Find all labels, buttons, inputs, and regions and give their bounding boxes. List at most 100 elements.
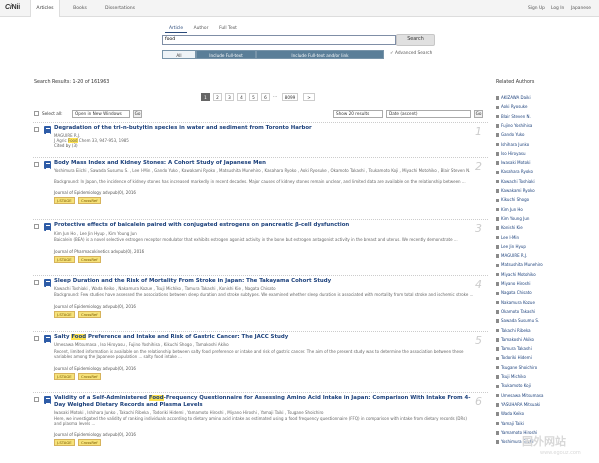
- related-author-item[interactable]: AKIZAWA Daiki: [496, 95, 531, 101]
- open-go-button[interactable]: Go: [133, 110, 142, 118]
- result-journal[interactable]: Journal of Epidemiology advpub(0), 2016: [54, 304, 136, 309]
- jstage-badge[interactable]: J-STAGE: [54, 439, 75, 446]
- result-checkbox[interactable]: [34, 397, 39, 402]
- tab-articles[interactable]: Articles: [30, 0, 60, 17]
- result-title[interactable]: Protective effects of baicalein paired w…: [54, 222, 474, 229]
- sort-select[interactable]: Date (ascent): [386, 110, 471, 118]
- select-all-checkbox[interactable]: [34, 111, 39, 116]
- related-author-name[interactable]: Tsukamoto Koji: [501, 383, 531, 388]
- related-author-item[interactable]: YASUHARA Mitsuaki: [496, 402, 540, 408]
- page-2[interactable]: 2: [213, 93, 222, 101]
- related-author-item[interactable]: Tsugane Shoichiro: [496, 365, 537, 371]
- search-tab-author[interactable]: Author: [190, 25, 212, 33]
- related-author-name[interactable]: Umesawa Mitsumasa: [501, 393, 543, 398]
- result-authors[interactable]: Kawachi Toshiaki , Wada Keiko , Nakamura…: [54, 286, 474, 291]
- related-author-name[interactable]: Takachi Ribeka: [501, 328, 531, 333]
- related-author-item[interactable]: Nagata Chisato: [496, 290, 532, 296]
- result-authors[interactable]: Iwasaki Motoki , Ishihara Junko , Takach…: [54, 410, 474, 415]
- related-author-name[interactable]: Okamoto Takashi: [501, 309, 535, 314]
- related-author-name[interactable]: Kim Jun Ho: [501, 207, 523, 212]
- related-author-item[interactable]: Tamura Takashi: [496, 346, 532, 352]
- result-title[interactable]: Sleep Duration and the Risk of Mortality…: [54, 278, 474, 285]
- login-link[interactable]: Log In: [551, 6, 564, 11]
- related-author-item[interactable]: Lee Jin Hyup: [496, 244, 526, 250]
- related-author-name[interactable]: Konishi Kie: [501, 225, 523, 230]
- related-author-name[interactable]: Kikuchi Shogo: [501, 197, 529, 202]
- filter-include-fulltext-link[interactable]: Include Full-text and/or link: [256, 50, 384, 59]
- result-title[interactable]: Degradation of the tri-n-butyltin specie…: [54, 125, 474, 132]
- related-author-name[interactable]: Tsuji Michiko: [501, 374, 526, 379]
- related-author-item[interactable]: Okamoto Takashi: [496, 309, 535, 315]
- language-link[interactable]: Japanese: [571, 6, 591, 11]
- sort-go-button[interactable]: Go: [474, 110, 483, 118]
- search-tab-article[interactable]: Article: [165, 25, 187, 33]
- page-3[interactable]: 3: [225, 93, 234, 101]
- related-author-name[interactable]: Miyano Hiroshi: [501, 281, 531, 286]
- result-journal[interactable]: Journal of Epidemiology advpub(0), 2016: [54, 190, 136, 195]
- related-author-name[interactable]: Tamakoshi Akiko: [501, 337, 534, 342]
- filter-all[interactable]: All: [162, 50, 196, 59]
- related-author-item[interactable]: Miyachi Motohiko: [496, 272, 536, 278]
- jstage-badge[interactable]: J-STAGE: [54, 256, 75, 263]
- tab-dissertations[interactable]: Dissertations: [100, 0, 140, 17]
- related-author-item[interactable]: Tamakoshi Akiko: [496, 337, 534, 343]
- result-journal[interactable]: Journal of Epidemiology advpub(0), 2016: [54, 366, 136, 371]
- result-title[interactable]: Salty Food Preference and Intake and Ris…: [54, 334, 474, 341]
- related-author-item[interactable]: Kawakami Ryoko: [496, 188, 535, 194]
- related-author-item[interactable]: Tsukamoto Koji: [496, 383, 531, 389]
- result-authors[interactable]: Umesawa Mitsumasa , Iso Hiroyasu , Fujin…: [54, 342, 474, 347]
- related-author-item[interactable]: Takachi Ribeka: [496, 328, 531, 334]
- related-author-name[interactable]: Kim Young Jun: [501, 216, 529, 221]
- filter-include-fulltext[interactable]: Include Full-text: [196, 50, 256, 59]
- page-1[interactable]: 1: [201, 93, 210, 101]
- related-author-item[interactable]: Iso Hiroyasu: [496, 151, 526, 157]
- related-author-item[interactable]: Miyano Hiroshi: [496, 281, 531, 287]
- related-author-item[interactable]: Ishihara Junko: [496, 142, 529, 148]
- related-author-item[interactable]: Nakamura Kozue: [496, 300, 535, 306]
- related-author-item[interactable]: Fujino Yoshihisa: [496, 123, 532, 129]
- related-author-name[interactable]: Lee I-Min: [501, 235, 519, 240]
- related-author-item[interactable]: Aoki Ryosuke: [496, 104, 527, 110]
- crossref-badge[interactable]: CrossRef: [78, 439, 101, 446]
- result-journal[interactable]: Journal of Pharmacokinetics advpub(0), 2…: [54, 249, 144, 254]
- related-author-name[interactable]: Aoki Ryosuke: [501, 104, 527, 109]
- related-author-name[interactable]: Kawachi Toshiaki: [501, 179, 535, 184]
- related-author-item[interactable]: Sawada Susumu S.: [496, 318, 539, 324]
- related-author-item[interactable]: Kawachi Toshiaki: [496, 179, 535, 185]
- tab-books[interactable]: Books: [65, 0, 95, 17]
- related-author-item[interactable]: Tsuji Michiko: [496, 374, 526, 380]
- related-author-item[interactable]: Kikuchi Shogo: [496, 197, 529, 203]
- related-author-name[interactable]: Iso Hiroyasu: [501, 151, 526, 156]
- result-checkbox[interactable]: [34, 280, 39, 285]
- related-author-name[interactable]: YASUHARA Mitsuaki: [501, 402, 540, 407]
- related-author-name[interactable]: MAGUIRE R.J.: [501, 253, 527, 258]
- related-author-name[interactable]: Sawada Susumu S.: [501, 318, 539, 323]
- related-author-item[interactable]: Blair Steven N.: [496, 114, 531, 120]
- jstage-badge[interactable]: J-STAGE: [54, 197, 75, 204]
- result-title[interactable]: Body Mass Index and Kidney Stones: A Coh…: [54, 160, 474, 167]
- related-author-name[interactable]: Tsugane Shoichiro: [501, 365, 537, 370]
- related-author-item[interactable]: Todoriki Hidemi: [496, 355, 532, 361]
- related-author-item[interactable]: Matsushita Munehiro: [496, 262, 543, 268]
- related-author-name[interactable]: Nagata Chisato: [501, 290, 532, 295]
- related-author-name[interactable]: Todoriki Hidemi: [501, 355, 532, 360]
- crossref-badge[interactable]: CrossRef: [78, 373, 101, 380]
- crossref-badge[interactable]: CrossRef: [78, 197, 101, 204]
- related-author-name[interactable]: Nakamura Kozue: [501, 300, 535, 305]
- related-author-item[interactable]: Konishi Kie: [496, 225, 523, 231]
- related-author-item[interactable]: Kasahara Ryoko: [496, 169, 533, 175]
- page-6[interactable]: 6: [261, 93, 270, 101]
- search-input[interactable]: food: [162, 35, 396, 45]
- related-author-name[interactable]: Gando Yuko: [501, 132, 524, 137]
- jstage-badge[interactable]: J-STAGE: [54, 373, 75, 380]
- result-checkbox[interactable]: [34, 224, 39, 229]
- related-author-name[interactable]: AKIZAWA Daiki: [501, 95, 531, 100]
- page-last[interactable]: 8099: [282, 93, 298, 101]
- related-author-item[interactable]: Kim Jun Ho: [496, 207, 523, 213]
- related-author-name[interactable]: Matsushita Munehiro: [501, 262, 543, 267]
- signup-link[interactable]: Sign Up: [528, 6, 545, 11]
- related-author-name[interactable]: Fujino Yoshihisa: [501, 123, 532, 128]
- search-tab-fulltext[interactable]: Full Text: [215, 25, 241, 33]
- result-checkbox[interactable]: [34, 162, 39, 167]
- page-4[interactable]: 4: [237, 93, 246, 101]
